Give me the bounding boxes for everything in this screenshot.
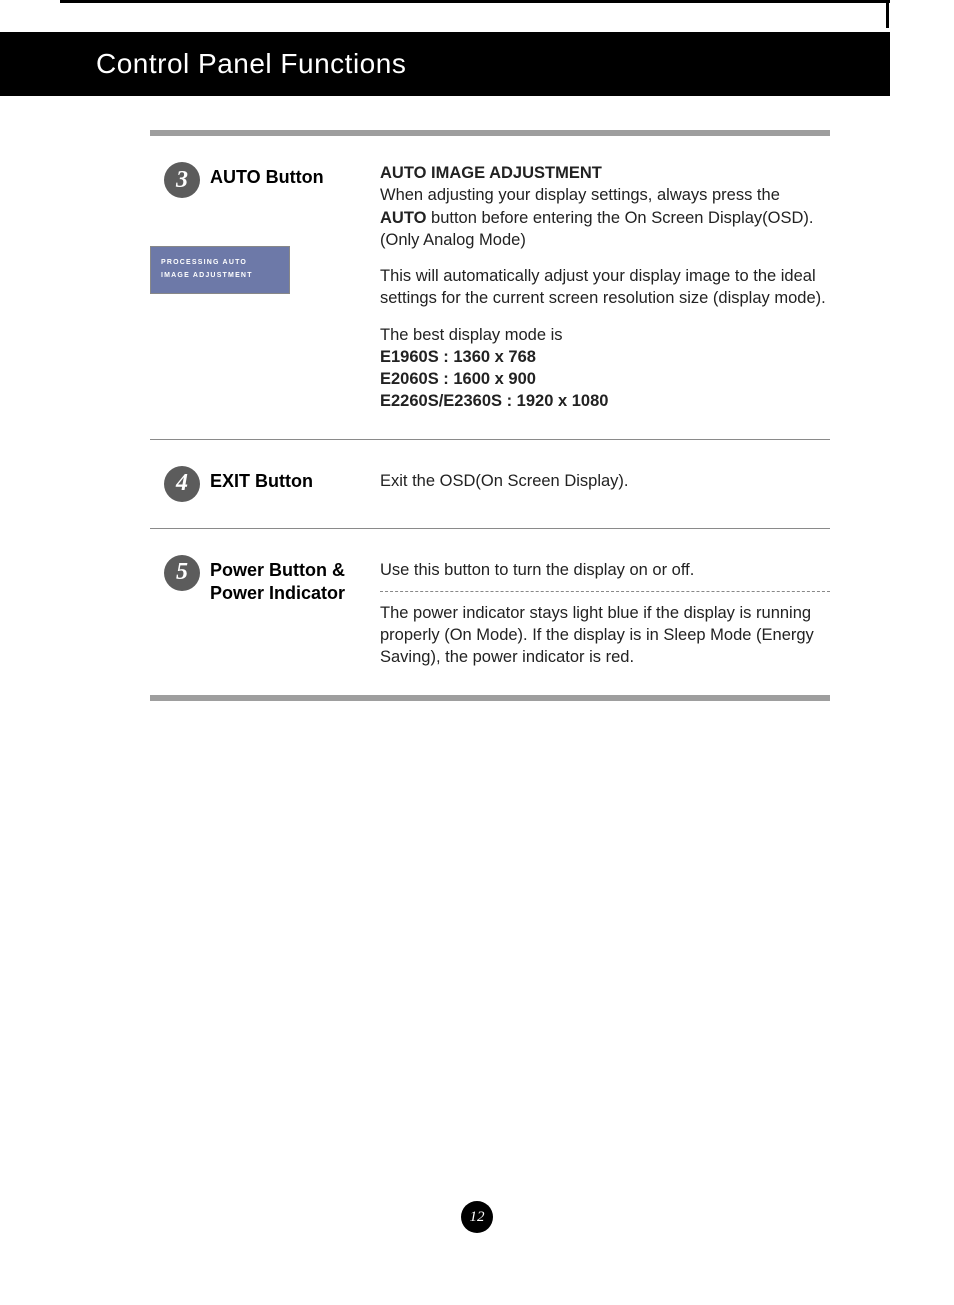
desc-heading: AUTO IMAGE ADJUSTMENT	[380, 164, 602, 182]
section-description: AUTO IMAGE ADJUSTMENT When adjusting you…	[380, 162, 830, 413]
osd-processing-box: PROCESSING AUTO IMAGE ADJUSTMENT	[150, 246, 290, 294]
section-exit-button: 4 EXIT Button Exit the OSD(On Screen Dis…	[150, 466, 830, 502]
osd-line-1: PROCESSING AUTO	[161, 257, 289, 270]
number-column: 4	[150, 466, 210, 502]
section-auto-button: 3 PROCESSING AUTO IMAGE ADJUSTMENT AUTO …	[150, 162, 830, 413]
top-horizontal-rule	[60, 0, 890, 3]
section-description: Exit the OSD(On Screen Display).	[380, 466, 830, 492]
bottom-divider	[150, 695, 830, 701]
section-label: AUTO Button	[210, 162, 380, 189]
section-power-button: 5 Power Button & Power Indicator Use thi…	[150, 555, 830, 669]
section-description: Use this button to turn the display on o…	[380, 555, 830, 669]
page-title: Control Panel Functions	[96, 48, 406, 80]
desc-paragraph: The best display mode is E1960S : 1360 x…	[380, 324, 830, 413]
section-label: Power Button & Power Indicator	[210, 555, 380, 606]
desc-paragraph: This will automatically adjust your disp…	[380, 265, 830, 310]
desc-text: When adjusting your display settings, al…	[380, 186, 780, 204]
desc-text: button before entering the On Screen Dis…	[380, 209, 814, 249]
section-label: EXIT Button	[210, 466, 380, 493]
number-column: 3 PROCESSING AUTO IMAGE ADJUSTMENT	[150, 162, 210, 294]
desc-paragraph: Exit the OSD(On Screen Display).	[380, 466, 830, 492]
dashed-divider	[380, 591, 830, 592]
divider	[150, 528, 830, 529]
mode-line: E2060S : 1600 x 900	[380, 370, 536, 388]
osd-line-2: IMAGE ADJUSTMENT	[161, 270, 289, 283]
desc-paragraph: AUTO IMAGE ADJUSTMENT When adjusting you…	[380, 162, 830, 251]
number-column: 5	[150, 555, 210, 591]
step-number-icon: 4	[164, 466, 200, 502]
desc-paragraph: The power indicator stays light blue if …	[380, 602, 830, 669]
mode-intro: The best display mode is	[380, 326, 563, 344]
mode-line: E1960S : 1360 x 768	[380, 348, 536, 366]
step-number-icon: 3	[164, 162, 200, 198]
divider	[150, 439, 830, 440]
content-area: 3 PROCESSING AUTO IMAGE ADJUSTMENT AUTO …	[150, 130, 830, 727]
top-crop-mark	[886, 0, 889, 28]
page-number-badge: 12	[461, 1201, 493, 1233]
desc-paragraph: Use this button to turn the display on o…	[380, 555, 830, 581]
step-number-icon: 5	[164, 555, 200, 591]
top-divider	[150, 130, 830, 136]
section-header-bar: Control Panel Functions	[0, 32, 890, 96]
mode-line: E2260S/E2360S : 1920 x 1080	[380, 392, 608, 410]
bold-auto: AUTO	[380, 209, 426, 227]
